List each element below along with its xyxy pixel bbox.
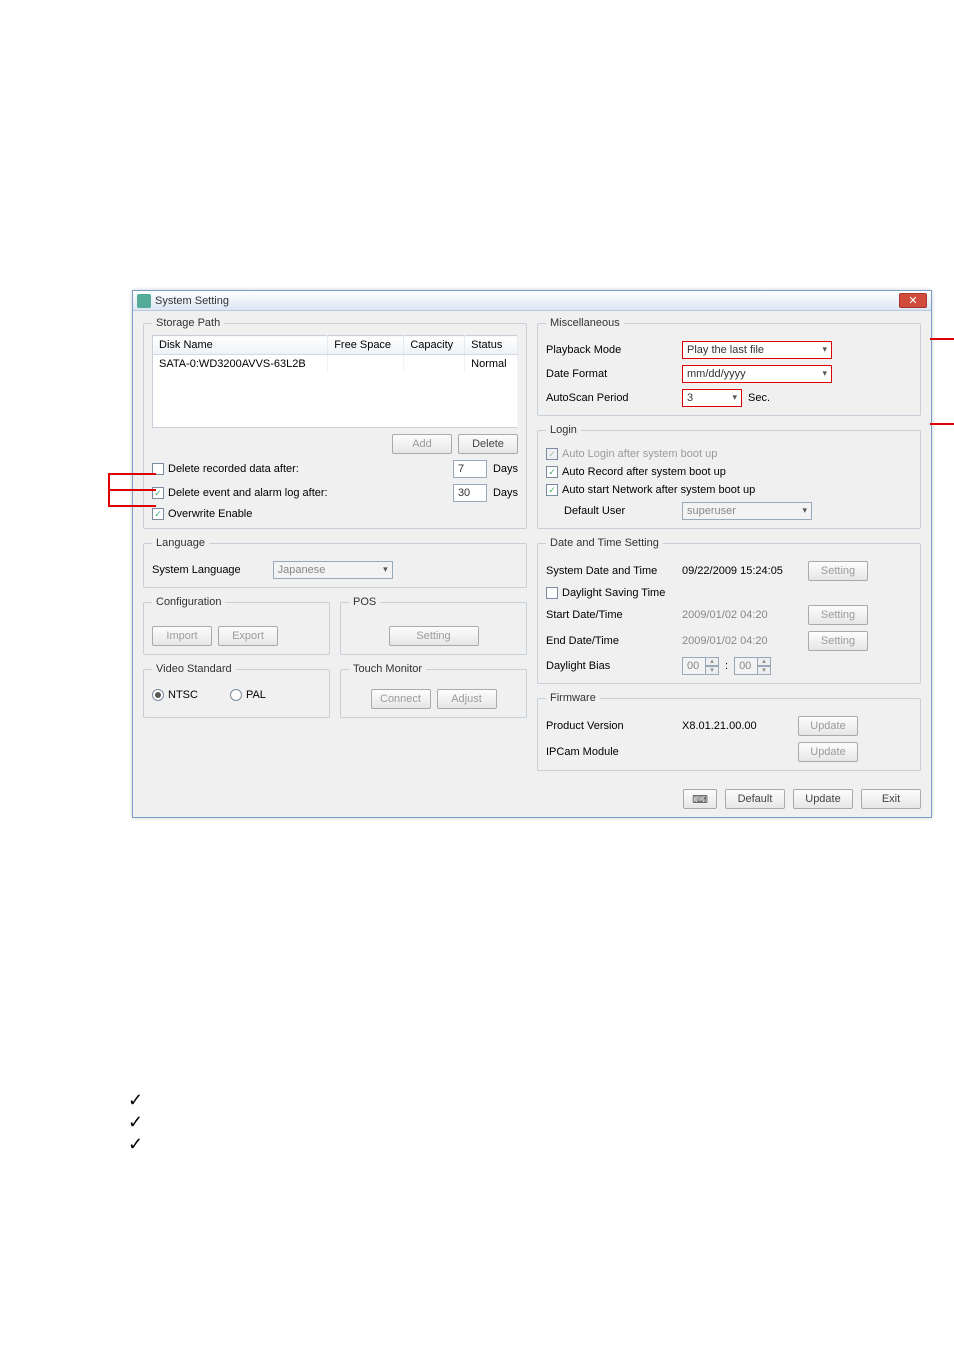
end-dt-label: End Date/Time (546, 635, 676, 647)
col-capacity[interactable]: Capacity (404, 336, 465, 355)
system-dt-label: System Date and Time (546, 565, 676, 577)
language-label: System Language (152, 564, 241, 576)
autoscan-select[interactable]: 3 (682, 389, 742, 407)
storage-legend: Storage Path (152, 317, 224, 329)
pos-group: POS Setting (340, 596, 527, 655)
default-user-label: Default User (546, 505, 676, 517)
window-title: System Setting (155, 295, 899, 307)
spin-up-icon[interactable]: ▴ (705, 657, 719, 666)
autoscan-label: AutoScan Period (546, 392, 676, 404)
storage-path-group: Storage Path Disk Name Free Space Capaci… (143, 317, 527, 529)
firmware-group: Firmware Product Version X8.01.21.00.00 … (537, 692, 921, 771)
spin-down-icon[interactable]: ▾ (757, 666, 771, 675)
table-row[interactable]: SATA-0:WD3200AVVS-63L2B Normal (153, 355, 518, 374)
app-icon (137, 294, 151, 308)
date-format-label: Date Format (546, 368, 676, 380)
check-icon: ✓ (128, 1112, 143, 1133)
configuration-group: Configuration Import Export (143, 596, 330, 655)
system-dt-setting-button[interactable]: Setting (808, 561, 868, 581)
auto-network-checkbox[interactable]: ✓Auto start Network after system boot up (546, 484, 755, 496)
update-button[interactable]: Update (793, 789, 853, 809)
ntsc-radio[interactable]: NTSC (152, 689, 198, 701)
col-free-space[interactable]: Free Space (328, 336, 404, 355)
add-button[interactable]: Add (392, 434, 452, 454)
video-standard-group: Video Standard NTSC PAL (143, 663, 330, 718)
playback-select[interactable]: Play the last file (682, 341, 832, 359)
auto-login-checkbox: ✓Auto Login after system boot up (546, 448, 717, 460)
import-button[interactable]: Import (152, 626, 212, 646)
start-dt-setting-button[interactable]: Setting (808, 605, 868, 625)
delete-recorded-checkbox[interactable]: Delete recorded data after: (152, 463, 299, 475)
delete-event-input[interactable]: 30 (453, 484, 487, 502)
datetime-group: Date and Time Setting System Date and Ti… (537, 537, 921, 684)
bias-label: Daylight Bias (546, 660, 676, 672)
spin-up-icon[interactable]: ▴ (757, 657, 771, 666)
delete-recorded-input[interactable]: 7 (453, 460, 487, 478)
col-status[interactable]: Status (465, 336, 518, 355)
keyboard-icon[interactable]: ⌨ (683, 789, 717, 809)
default-button[interactable]: Default (725, 789, 785, 809)
language-group: Language System Language Japanese (143, 537, 527, 588)
pos-setting-button[interactable]: Setting (389, 626, 479, 646)
end-dt-setting-button[interactable]: Setting (808, 631, 868, 651)
pal-radio[interactable]: PAL (230, 689, 266, 701)
storage-table: Disk Name Free Space Capacity Status SAT… (152, 335, 518, 428)
delete-event-checkbox[interactable]: ✓Delete event and alarm log after: (152, 487, 328, 499)
start-dt-label: Start Date/Time (546, 609, 676, 621)
ipcam-label: IPCam Module (546, 746, 676, 758)
titlebar: System Setting ✕ (133, 291, 931, 311)
touch-monitor-group: Touch Monitor Connect Adjust (340, 663, 527, 718)
export-button[interactable]: Export (218, 626, 278, 646)
misc-group: Miscellaneous Playback Mode Play the las… (537, 317, 921, 416)
check-icon: ✓ (128, 1134, 143, 1155)
exit-button[interactable]: Exit (861, 789, 921, 809)
playback-label: Playback Mode (546, 344, 676, 356)
login-group: Login ✓Auto Login after system boot up ✓… (537, 424, 921, 529)
close-icon[interactable]: ✕ (899, 293, 927, 308)
adjust-button[interactable]: Adjust (437, 689, 497, 709)
end-dt-value: 2009/01/02 04:20 (682, 635, 802, 647)
system-setting-window: System Setting ✕ Storage Path Disk Name … (132, 290, 932, 818)
spin-down-icon[interactable]: ▾ (705, 666, 719, 675)
delete-button[interactable]: Delete (458, 434, 518, 454)
overwrite-checkbox[interactable]: ✓Overwrite Enable (152, 508, 252, 520)
col-disk-name[interactable]: Disk Name (153, 336, 328, 355)
bias-hour-spinner[interactable]: 00 ▴▾ (682, 657, 719, 675)
footer: ⌨ Default Update Exit (133, 781, 931, 817)
language-select[interactable]: Japanese (273, 561, 393, 579)
auto-record-checkbox[interactable]: ✓Auto Record after system boot up (546, 466, 726, 478)
connect-button[interactable]: Connect (371, 689, 431, 709)
ipcam-update-button[interactable]: Update (798, 742, 858, 762)
date-format-select[interactable]: mm/dd/yyyy (682, 365, 832, 383)
start-dt-value: 2009/01/02 04:20 (682, 609, 802, 621)
default-user-select[interactable]: superuser (682, 502, 812, 520)
product-version-label: Product Version (546, 720, 676, 732)
dst-checkbox[interactable]: Daylight Saving Time (546, 587, 665, 599)
product-version-value: X8.01.21.00.00 (682, 720, 792, 732)
firmware-update-button[interactable]: Update (798, 716, 858, 736)
check-icon: ✓ (128, 1090, 143, 1111)
system-dt-value: 09/22/2009 15:24:05 (682, 565, 802, 577)
bias-min-spinner[interactable]: 00 ▴▾ (734, 657, 771, 675)
